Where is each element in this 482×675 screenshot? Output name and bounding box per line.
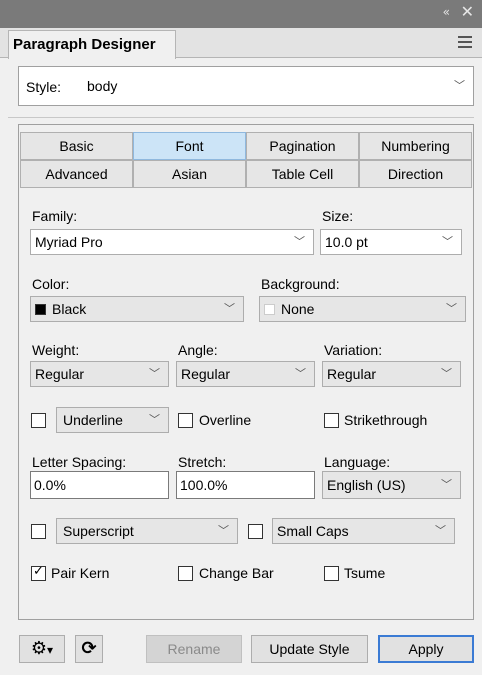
style-selector[interactable]: Style: body ﹀ xyxy=(18,66,474,106)
color-label: Color: xyxy=(32,276,70,292)
background-value: None xyxy=(281,301,315,317)
weight-value: Regular xyxy=(35,366,85,382)
language-value: English (US) xyxy=(327,477,406,493)
angle-label: Angle: xyxy=(178,342,218,358)
tsume-checkbox[interactable] xyxy=(324,566,339,581)
color-swatch xyxy=(35,304,46,315)
panel-titlebar: « ✕ xyxy=(0,0,482,28)
settings-menu-button[interactable]: ⚙▾ xyxy=(19,635,65,663)
chevron-down-icon: ﹀ xyxy=(224,303,235,315)
chevron-down-icon: ﹀ xyxy=(294,236,305,248)
color-dropdown[interactable]: Black ﹀ xyxy=(30,296,244,322)
family-value: Myriad Pro xyxy=(35,234,103,250)
angle-dropdown[interactable]: Regular ﹀ xyxy=(176,361,315,387)
stretch-input[interactable]: 100.0% xyxy=(176,471,315,499)
variation-value: Regular xyxy=(327,366,377,382)
pair-kern-label: Pair Kern xyxy=(51,565,110,581)
angle-value: Regular xyxy=(181,366,231,382)
chevron-down-icon: ﹀ xyxy=(295,368,306,380)
superscript-value: Superscript xyxy=(63,523,134,539)
variation-label: Variation: xyxy=(324,342,383,358)
tab-advanced[interactable]: Advanced xyxy=(20,160,133,188)
tab-font[interactable]: Font xyxy=(133,132,246,160)
chevron-down-icon: ﹀ xyxy=(454,80,465,92)
strikethrough-checkbox[interactable] xyxy=(324,413,339,428)
dropdown-arrow-icon: ▾ xyxy=(47,643,54,657)
change-bar-checkbox[interactable] xyxy=(178,566,193,581)
underline-checkbox[interactable] xyxy=(31,413,46,428)
language-dropdown[interactable]: English (US) ﹀ xyxy=(322,471,461,499)
small-caps-checkbox[interactable] xyxy=(248,524,263,539)
variation-dropdown[interactable]: Regular ﹀ xyxy=(322,361,461,387)
tsume-label: Tsume xyxy=(344,565,386,581)
style-label: Style: xyxy=(26,79,62,95)
color-value: Black xyxy=(52,301,87,317)
chevron-down-icon: ﹀ xyxy=(218,525,229,537)
overline-label: Overline xyxy=(199,412,252,428)
panel-tab-strip: Paragraph Designer xyxy=(0,28,482,59)
letter-spacing-label: Letter Spacing: xyxy=(32,454,127,470)
property-tabs: Basic Font Pagination Numbering Advanced… xyxy=(20,132,472,188)
tab-basic[interactable]: Basic xyxy=(20,132,133,160)
size-value: 10.0 pt xyxy=(325,234,368,250)
small-caps-value: Small Caps xyxy=(277,523,349,539)
chevron-down-icon: ﹀ xyxy=(149,368,160,380)
overline-checkbox[interactable] xyxy=(178,413,193,428)
divider xyxy=(8,117,474,118)
tab-asian[interactable]: Asian xyxy=(133,160,246,188)
small-caps-dropdown[interactable]: Small Caps ﹀ xyxy=(272,518,455,544)
weight-label: Weight: xyxy=(32,342,80,358)
background-swatch xyxy=(264,304,275,315)
background-label: Background: xyxy=(261,276,340,292)
size-dropdown[interactable]: 10.0 pt ﹀ xyxy=(320,229,462,255)
underline-dropdown[interactable]: Underline ﹀ xyxy=(56,407,169,433)
change-bar-label: Change Bar xyxy=(199,565,274,581)
family-dropdown[interactable]: Myriad Pro ﹀ xyxy=(30,229,314,255)
panel-menu-icon[interactable] xyxy=(458,36,472,48)
tab-numbering[interactable]: Numbering xyxy=(359,132,472,160)
chevron-down-icon: ﹀ xyxy=(441,368,452,380)
weight-dropdown[interactable]: Regular ﹀ xyxy=(30,361,169,387)
chevron-down-icon: ﹀ xyxy=(441,479,452,491)
collapse-icon[interactable]: « xyxy=(443,5,450,19)
update-style-button[interactable]: Update Style xyxy=(251,635,368,663)
underline-value: Underline xyxy=(63,412,123,428)
panel-tab-paragraph-designer[interactable]: Paragraph Designer xyxy=(8,30,176,59)
size-label: Size: xyxy=(322,208,354,224)
refresh-button[interactable]: ⟳ xyxy=(75,635,103,663)
tab-direction[interactable]: Direction xyxy=(359,160,472,188)
chevron-down-icon: ﹀ xyxy=(442,236,453,248)
tab-table-cell[interactable]: Table Cell xyxy=(246,160,359,188)
chevron-down-icon: ﹀ xyxy=(149,414,160,426)
rename-button[interactable]: Rename xyxy=(146,635,242,663)
apply-button[interactable]: Apply xyxy=(378,635,474,663)
refresh-icon: ⟳ xyxy=(81,638,97,659)
chevron-down-icon: ﹀ xyxy=(435,525,446,537)
background-dropdown[interactable]: None ﹀ xyxy=(259,296,466,322)
close-icon[interactable]: ✕ xyxy=(461,2,474,21)
superscript-checkbox[interactable] xyxy=(31,524,46,539)
chevron-down-icon: ﹀ xyxy=(446,303,457,315)
superscript-dropdown[interactable]: Superscript ﹀ xyxy=(56,518,238,544)
pair-kern-checkbox[interactable] xyxy=(31,564,46,581)
family-label: Family: xyxy=(32,208,78,224)
letter-spacing-input[interactable]: 0.0% xyxy=(30,471,169,499)
language-label: Language: xyxy=(324,454,391,470)
gear-icon: ⚙ xyxy=(30,638,48,659)
strikethrough-label: Strikethrough xyxy=(344,412,428,428)
stretch-label: Stretch: xyxy=(178,454,227,470)
style-value: body xyxy=(87,78,118,94)
tab-pagination[interactable]: Pagination xyxy=(246,132,359,160)
